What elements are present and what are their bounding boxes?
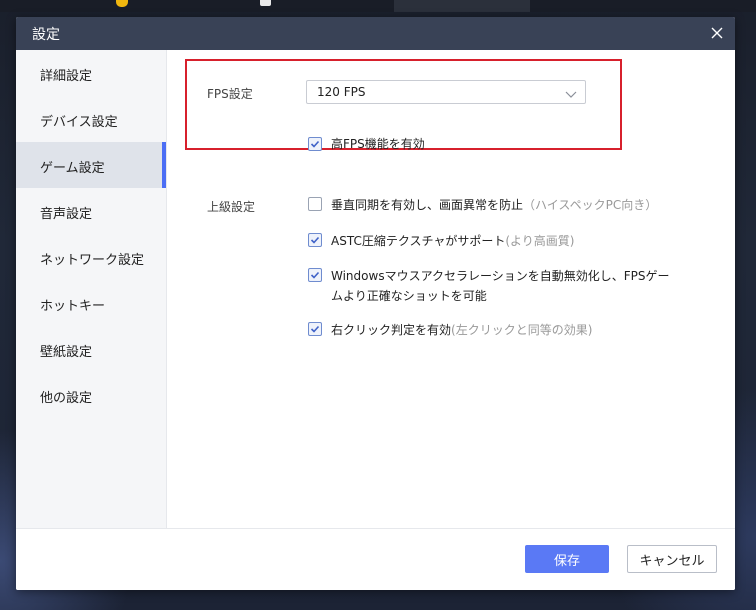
mouse-accel-checkbox[interactable] (308, 268, 322, 282)
fps-label: FPS設定 (207, 87, 253, 101)
dialog-footer: 保存 キャンセル (16, 528, 735, 590)
settings-dialog: 設定 詳細設定 デバイス設定 ゲーム設定 音声設定 ネットワーク設定 ホットキー… (16, 17, 735, 590)
sidebar-item-label: 壁紙設定 (40, 345, 93, 360)
high-fps-checkbox[interactable] (308, 137, 322, 151)
cancel-button[interactable]: キャンセル (627, 545, 717, 573)
mouse-accel-label-line2: ムより正確なショットを可能 (331, 289, 487, 303)
sidebar-item-label: 音声設定 (40, 207, 93, 222)
mouse-accel-label-line1: Windowsマウスアクセラレーションを自動無効化し、FPSゲー (331, 269, 670, 283)
right-click-label: 右クリック判定を有効 (331, 323, 452, 337)
vsync-option: 垂直同期を有効し、画面異常を防止（ハイスペックPC向き） (331, 196, 657, 214)
sidebar-item-label: 詳細設定 (40, 69, 93, 84)
sidebar-item-label: ゲーム設定 (40, 161, 105, 176)
sidebar-item-hotkey[interactable]: ホットキー (16, 280, 166, 326)
astc-label: ASTC圧縮テクスチャがサポート (331, 234, 506, 248)
astc-option: ASTC圧縮テクスチャがサポート(より高画質) (331, 232, 574, 250)
right-click-option: 右クリック判定を有効(左クリックと同等の効果) (331, 321, 592, 339)
sidebar-item-network[interactable]: ネットワーク設定 (16, 234, 166, 280)
dialog-title: 設定 (32, 27, 60, 43)
sidebar-item-other[interactable]: 他の設定 (16, 372, 166, 418)
settings-sidebar: 詳細設定 デバイス設定 ゲーム設定 音声設定 ネットワーク設定 ホットキー 壁紙… (16, 50, 167, 528)
sidebar-item-detail[interactable]: 詳細設定 (16, 50, 166, 96)
chevron-down-icon (565, 88, 577, 98)
app-icon-white[interactable] (260, 0, 271, 6)
fps-select-value: 120 FPS (317, 85, 366, 99)
vsync-label: 垂直同期を有効し、画面異常を防止 (331, 198, 524, 212)
settings-content: FPS設定 120 FPS 高FPS機能を有効 上級設定 垂直同期を有効し、画面… (167, 50, 735, 528)
astc-hint: (より高画質) (505, 234, 575, 248)
dialog-titlebar: 設定 (16, 17, 735, 50)
sidebar-item-label: 他の設定 (40, 391, 93, 406)
vsync-checkbox[interactable] (308, 197, 322, 211)
save-button[interactable]: 保存 (525, 545, 609, 573)
taskbar-tab[interactable] (394, 0, 530, 12)
astc-checkbox[interactable] (308, 233, 322, 247)
close-icon[interactable] (709, 25, 725, 41)
sidebar-item-audio[interactable]: 音声設定 (16, 188, 166, 234)
sidebar-item-wallpaper[interactable]: 壁紙設定 (16, 326, 166, 372)
sidebar-item-label: ホットキー (40, 299, 106, 314)
sidebar-item-game[interactable]: ゲーム設定 (16, 142, 166, 188)
advanced-label: 上級設定 (207, 200, 256, 214)
fps-select[interactable]: 120 FPS (306, 80, 586, 104)
right-click-hint: (左クリックと同等の効果) (451, 323, 593, 337)
right-click-checkbox[interactable] (308, 322, 322, 336)
taskbar-top (0, 0, 756, 12)
sidebar-item-label: ネットワーク設定 (40, 253, 145, 268)
app-icon-yellow[interactable] (116, 0, 128, 7)
sidebar-item-label: デバイス設定 (40, 115, 118, 130)
vsync-hint: （ハイスペックPC向き） (523, 198, 658, 212)
sidebar-item-device[interactable]: デバイス設定 (16, 96, 166, 142)
high-fps-label: 高FPS機能を有効 (331, 137, 425, 151)
